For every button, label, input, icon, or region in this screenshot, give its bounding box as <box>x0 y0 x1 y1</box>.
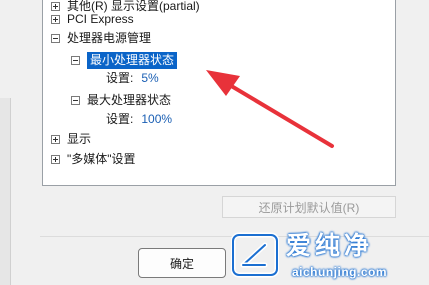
advanced-settings-tree[interactable]: 其他(R) 显示设置(partial) PCI Express 处理器电源管理 … <box>42 0 396 186</box>
tree-item-processor-power-management[interactable]: 处理器电源管理 <box>51 29 151 47</box>
ok-button[interactable]: 确定 <box>138 248 226 278</box>
tree-item-display[interactable]: 显示 <box>51 130 91 148</box>
tree-item-pci-express[interactable]: PCI Express <box>51 10 134 28</box>
collapse-icon[interactable] <box>71 55 80 65</box>
setting-row-min[interactable]: 设置: 5% <box>106 69 159 87</box>
setting-value-link[interactable]: 100% <box>141 110 172 128</box>
setting-label: 设置: <box>106 71 134 85</box>
setting-value-link[interactable]: 5% <box>141 69 158 87</box>
logo-icon <box>231 232 279 278</box>
power-options-dialog: 其他(R) 显示设置(partial) PCI Express 处理器电源管理 … <box>0 0 429 285</box>
setting-row-max[interactable]: 设置: 100% <box>106 110 172 128</box>
collapse-icon[interactable] <box>51 33 60 43</box>
setting-label: 设置: <box>106 112 134 126</box>
watermark-title: 爱纯净 <box>286 232 374 260</box>
tree-item-label: 最大处理器状态 <box>87 93 172 107</box>
collapse-icon[interactable] <box>71 95 80 105</box>
expand-icon[interactable] <box>51 154 60 164</box>
tree-item-max-processor-state[interactable]: 最大处理器状态 <box>71 91 171 109</box>
tree-item-label: 显示 <box>67 132 92 146</box>
tree-item-multimedia[interactable]: "多媒体"设置 <box>51 150 136 168</box>
watermark-url: aichunjing.com <box>292 265 388 279</box>
side-panel-edge <box>0 98 11 285</box>
tree-item-min-processor-state[interactable]: 最小处理器状态 <box>71 51 178 69</box>
expand-icon[interactable] <box>51 134 60 144</box>
tree-item-label: PCI Express <box>67 12 134 26</box>
tree-item-label-selected: 最小处理器状态 <box>87 51 178 69</box>
tree-item-label: 处理器电源管理 <box>67 31 152 45</box>
restore-defaults-button[interactable]: 还原计划默认值(R) <box>222 196 396 218</box>
tree-item-label: "多媒体"设置 <box>67 152 136 166</box>
expand-icon[interactable] <box>51 14 60 24</box>
watermark: 爱纯净 aichunjing.com <box>226 228 429 285</box>
